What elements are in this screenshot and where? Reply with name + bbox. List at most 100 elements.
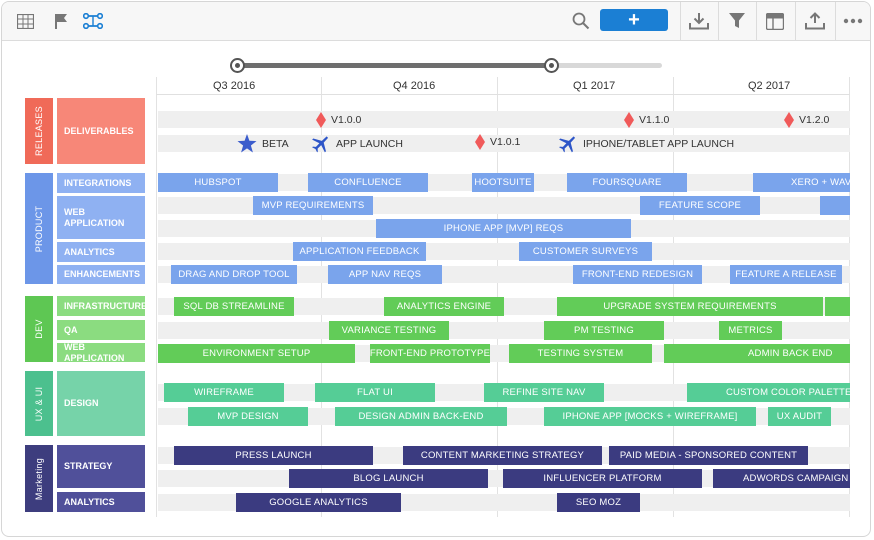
plane-icon (312, 136, 329, 153)
roadmap-icon[interactable] (82, 10, 104, 32)
group-ux-ui[interactable]: UX & UI (25, 371, 53, 436)
sub-strategy[interactable]: STRATEGY (57, 445, 145, 488)
roadmap-bar[interactable]: XERO + WAVE (753, 173, 850, 192)
roadmap-bar[interactable] (825, 297, 850, 316)
roadmap-bar[interactable]: APP NAV REQS (328, 265, 442, 284)
slider-end-handle[interactable] (544, 58, 559, 73)
roadmap-bar[interactable]: MVP REQUIREMENTS (253, 196, 373, 215)
sub-design[interactable]: DESIGN (57, 371, 145, 436)
roadmap-bar[interactable]: FEATURE SCOPE (640, 196, 760, 215)
group-releases[interactable]: RELEASES (25, 98, 53, 164)
roadmap-bar[interactable]: FOURSQUARE (567, 173, 687, 192)
star-icon (237, 134, 257, 153)
roadmap-bar[interactable]: ANALYTICS ENGINE (384, 297, 504, 316)
roadmap-bar[interactable]: GOOGLE ANALYTICS (236, 493, 401, 512)
toolbar-divider (835, 2, 836, 40)
roadmap-bar[interactable]: METRICS (719, 321, 782, 340)
group-product[interactable]: PRODUCT (25, 173, 53, 284)
milestone[interactable]: V1.0.1 (475, 134, 520, 150)
roadmap-bar[interactable]: SQL DB STREAMLINE (174, 297, 294, 316)
toolbar-divider (718, 2, 719, 40)
milestone[interactable]: V1.2.0 (784, 112, 829, 128)
add-button[interactable]: + (600, 9, 668, 31)
toolbar: + (2, 2, 870, 41)
roadmap-bar[interactable]: ENVIRONMENT SETUP (158, 344, 355, 363)
roadmap-bar[interactable]: WIREFRAME (164, 383, 284, 402)
roadmap-bar[interactable]: BLOG LAUNCH (289, 469, 488, 488)
sub-dev-web-application[interactable]: WEB APPLICATION (57, 342, 145, 363)
roadmap-window: + Q3 2016 Q4 2016 Q1 2017 Q2 2017 RELEAS… (1, 1, 871, 537)
filter-icon[interactable] (726, 10, 748, 32)
table-icon[interactable] (14, 10, 36, 32)
roadmap-bar[interactable]: IPHONE APP [MVP] REQS (376, 219, 631, 238)
upload-icon[interactable] (804, 10, 826, 32)
sub-integrations[interactable]: INTEGRATIONS (57, 173, 145, 193)
sub-deliverables[interactable]: DELIVERABLES (57, 98, 145, 164)
roadmap-bar[interactable]: CUSTOMER SURVEYS (519, 242, 652, 261)
group-dev[interactable]: DEV (25, 296, 53, 362)
sub-analytics[interactable]: ANALYTICS (57, 242, 145, 262)
row-background (158, 243, 850, 260)
roadmap-bar[interactable]: VARIANCE TESTING (329, 321, 449, 340)
toolbar-divider (795, 2, 796, 40)
milestone[interactable]: V1.0.0 (316, 112, 361, 128)
roadmap-bar[interactable]: UPGRADE SYSTEM REQUIREMENTS (557, 297, 823, 316)
roadmap-bar[interactable]: APPLICATION FEEDBACK (293, 242, 426, 261)
search-icon[interactable] (570, 10, 592, 32)
quarter-label: Q2 2017 (748, 80, 791, 92)
milestone[interactable]: V1.1.0 (624, 112, 669, 128)
roadmap-bar[interactable]: CONFLUENCE (308, 173, 428, 192)
sub-enhancements[interactable]: ENHANCEMENTS (57, 265, 145, 284)
header-divider (156, 94, 850, 95)
flag-icon[interactable] (50, 10, 72, 32)
roadmap-bar[interactable]: HUBSPOT (158, 173, 278, 192)
more-icon[interactable] (842, 10, 864, 32)
quarter-label: Q3 2016 (213, 80, 256, 92)
milestone[interactable]: APP LAUNCH (311, 134, 403, 153)
group-marketing[interactable]: Marketing (25, 445, 53, 512)
roadmap-bar[interactable]: INFLUENCER PLATFORM (503, 469, 702, 488)
roadmap-bar[interactable]: FLAT UI (315, 383, 435, 402)
roadmap-bar[interactable]: DESIGN ADMIN BACK-END (335, 407, 507, 426)
roadmap-bar[interactable]: FRONT-END PROTOTYPE (370, 344, 490, 363)
plane-icon (559, 136, 576, 153)
diamond-icon (624, 112, 634, 128)
diamond-icon (316, 112, 326, 128)
sub-web-application[interactable]: WEB APPLICATION (57, 196, 145, 239)
sub-infrastructure[interactable]: INFRASTRUCTURE (57, 296, 147, 316)
row-background (158, 111, 850, 128)
roadmap-bar[interactable]: REFINE SITE NAV (484, 383, 604, 402)
roadmap-bar[interactable]: IPHONE APP [MOCKS + WIREFRAME] (544, 407, 756, 426)
roadmap-bar[interactable]: CONTENT MARKETING STRATEGY (403, 446, 602, 465)
diamond-icon (475, 134, 485, 150)
quarter-gridline (156, 77, 157, 517)
milestone[interactable]: BETA (237, 134, 289, 153)
toolbar-divider (756, 2, 757, 40)
roadmap-bar[interactable]: MVP DESIGN (188, 407, 308, 426)
roadmap-bar[interactable]: ADWORDS CAMPAIGN (713, 469, 850, 488)
slider-start-handle[interactable] (230, 58, 245, 73)
layout-icon[interactable] (764, 10, 786, 32)
diamond-icon (784, 112, 794, 128)
roadmap-bar[interactable]: SEO MOZ (557, 493, 640, 512)
quarter-label: Q1 2017 (573, 80, 616, 92)
roadmap-bar[interactable]: PRESS LAUNCH (174, 446, 373, 465)
roadmap-bar[interactable]: FEATURE A RELEASE (730, 265, 842, 284)
roadmap-bar[interactable]: FRONT-END REDESIGN (573, 265, 702, 284)
roadmap-bar[interactable]: CUSTOM COLOR PALETTES (687, 383, 850, 402)
roadmap-bar[interactable]: ADMIN BACK END (664, 344, 850, 363)
timeline-slider-range[interactable] (237, 63, 551, 68)
roadmap-bar[interactable]: PAID MEDIA - SPONSORED CONTENT (609, 446, 808, 465)
sub-qa[interactable]: QA (57, 320, 145, 340)
roadmap-bar[interactable] (820, 196, 850, 215)
milestone[interactable]: IPHONE/TABLET APP LAUNCH (558, 134, 734, 153)
quarter-label: Q4 2016 (393, 80, 436, 92)
sub-marketing-analytics[interactable]: ANALYTICS (57, 492, 145, 512)
roadmap-bar[interactable]: DRAG AND DROP TOOL (171, 265, 297, 284)
roadmap-bar[interactable]: HOOTSUITE (472, 173, 534, 192)
toolbar-divider (680, 2, 681, 40)
roadmap-bar[interactable]: TESTING SYSTEM (509, 344, 652, 363)
roadmap-bar[interactable]: UX AUDIT (768, 407, 831, 426)
roadmap-bar[interactable]: PM TESTING (544, 321, 664, 340)
download-icon[interactable] (688, 10, 710, 32)
